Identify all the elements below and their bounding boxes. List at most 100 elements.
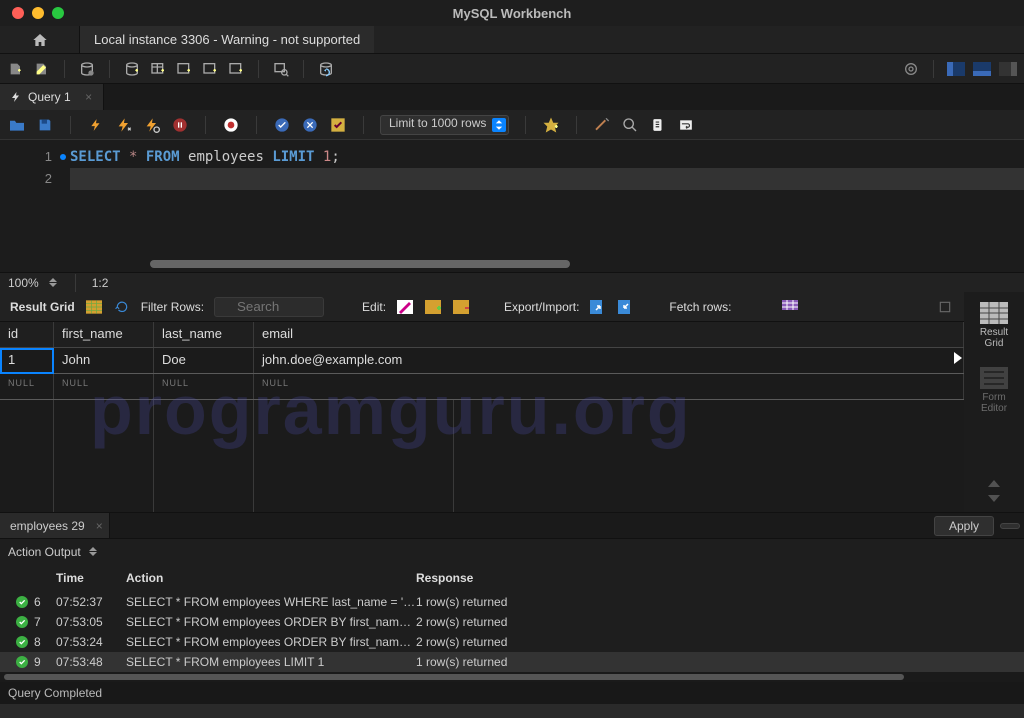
- scroll-updown-icon[interactable]: [986, 480, 1002, 502]
- inspector-icon[interactable]: [77, 59, 97, 79]
- toggle-whitespace-icon[interactable]: [649, 116, 667, 134]
- stop-icon[interactable]: [171, 116, 189, 134]
- cell[interactable]: john.doe@example.com: [254, 348, 964, 373]
- find-icon[interactable]: [621, 116, 639, 134]
- sql-editor[interactable]: 1 2 SELECT * FROM employees LIMIT 1;: [0, 140, 1024, 272]
- zoom-stepper[interactable]: [49, 278, 59, 287]
- reconnect-icon[interactable]: [316, 59, 336, 79]
- search-table-data-icon[interactable]: [271, 59, 291, 79]
- add-row-icon[interactable]: [424, 298, 442, 316]
- import-icon[interactable]: [617, 298, 635, 316]
- output-row[interactable]: 707:53:05SELECT * FROM employees ORDER B…: [0, 612, 1024, 632]
- expand-arrow-icon[interactable]: [954, 352, 962, 364]
- create-table-icon[interactable]: [148, 59, 168, 79]
- result-tab[interactable]: employees 29 ×: [0, 513, 110, 538]
- new-sql-tab-icon[interactable]: [6, 59, 26, 79]
- result-row[interactable]: 1 John Doe john.doe@example.com: [0, 348, 964, 374]
- export-import-label: Export/Import:: [504, 300, 579, 314]
- home-tab[interactable]: [0, 26, 80, 53]
- result-tab-label: employees 29: [10, 519, 85, 533]
- status-text: Query Completed: [8, 686, 102, 700]
- col-header-last-name[interactable]: last_name: [154, 322, 254, 347]
- rollback-icon[interactable]: [301, 116, 319, 134]
- export-icon[interactable]: [589, 298, 607, 316]
- connection-tab[interactable]: Local instance 3306 - Warning - not supp…: [80, 26, 374, 53]
- stop-on-error-icon[interactable]: [222, 116, 240, 134]
- cell-null[interactable]: NULL: [0, 374, 54, 399]
- create-view-icon[interactable]: [174, 59, 194, 79]
- fetch-rows-icon[interactable]: [781, 298, 799, 316]
- result-tabstrip: employees 29 × Apply: [0, 512, 1024, 538]
- result-grid-header: id first_name last_name email: [0, 322, 964, 348]
- query-tab-label: Query 1: [28, 90, 71, 104]
- open-sql-script-icon[interactable]: [32, 59, 52, 79]
- create-function-icon[interactable]: [226, 59, 246, 79]
- pin-result-icon[interactable]: [936, 298, 954, 316]
- col-header-first-name[interactable]: first_name: [54, 322, 154, 347]
- create-schema-icon[interactable]: [122, 59, 142, 79]
- editor-h-scrollbar[interactable]: [150, 260, 570, 268]
- form-editor-icon: [980, 367, 1008, 389]
- output-panel-header: Action Output: [0, 538, 1024, 564]
- line-number: 1: [0, 146, 70, 168]
- autocommit-toggle-icon[interactable]: [329, 116, 347, 134]
- cell-null[interactable]: NULL: [54, 374, 154, 399]
- output-row[interactable]: 607:52:37SELECT * FROM employees WHERE l…: [0, 592, 1024, 612]
- app-title: MySQL Workbench: [0, 6, 1024, 21]
- create-procedure-icon[interactable]: [200, 59, 220, 79]
- query-tab[interactable]: Query 1 ×: [0, 84, 104, 110]
- result-grid[interactable]: id first_name last_name email 1 John Doe…: [0, 322, 964, 512]
- limit-rows-label: Limit to 1000 rows: [380, 115, 509, 135]
- status-ok-icon: [16, 616, 28, 628]
- filter-search-input[interactable]: [214, 297, 324, 317]
- limit-rows-select[interactable]: Limit to 1000 rows: [380, 115, 509, 135]
- bottom-h-scrollbar[interactable]: [0, 672, 1024, 682]
- output-type-stepper[interactable]: [89, 547, 99, 556]
- code-area[interactable]: SELECT * FROM employees LIMIT 1;: [70, 140, 1024, 272]
- close-tab-icon[interactable]: ×: [83, 91, 95, 103]
- add-snippet-icon[interactable]: [542, 116, 560, 134]
- cell[interactable]: John: [54, 348, 154, 373]
- output-row[interactable]: 807:53:24SELECT * FROM employees ORDER B…: [0, 632, 1024, 652]
- toggle-sidebar-left-icon[interactable]: [946, 59, 966, 79]
- status-ok-icon: [16, 636, 28, 648]
- cell[interactable]: 1: [0, 348, 54, 373]
- beautify-icon[interactable]: [593, 116, 611, 134]
- col-response: Response: [416, 571, 1024, 585]
- save-file-icon[interactable]: [36, 116, 54, 134]
- close-result-tab-icon[interactable]: ×: [96, 519, 103, 533]
- refresh-icon[interactable]: [113, 298, 131, 316]
- revert-button[interactable]: [1000, 523, 1020, 529]
- cell-null[interactable]: NULL: [254, 374, 964, 399]
- open-file-icon[interactable]: [8, 116, 26, 134]
- status-ok-icon: [16, 596, 28, 608]
- cell-null[interactable]: NULL: [154, 374, 254, 399]
- toggle-output-panel-icon[interactable]: [972, 59, 992, 79]
- cursor-position: 1:2: [92, 276, 109, 290]
- toggle-sidebar-right-icon[interactable]: [998, 59, 1018, 79]
- col-header-email[interactable]: email: [254, 322, 964, 347]
- output-row[interactable]: 907:53:48SELECT * FROM employees LIMIT 1…: [0, 652, 1024, 672]
- explain-icon[interactable]: [143, 116, 161, 134]
- apply-button[interactable]: Apply: [934, 516, 994, 536]
- sidebar-result-grid[interactable]: Result Grid: [980, 302, 1008, 349]
- result-panel: Result Grid Filter Rows: Edit: Export/Im…: [0, 292, 1024, 512]
- settings-gear-icon[interactable]: [901, 59, 921, 79]
- editor-gutter: 1 2: [0, 140, 70, 272]
- commit-icon[interactable]: [273, 116, 291, 134]
- result-grid-empty: [0, 400, 964, 512]
- wrap-lines-icon[interactable]: [677, 116, 695, 134]
- execute-current-icon[interactable]: [115, 116, 133, 134]
- col-header-id[interactable]: id: [0, 322, 54, 347]
- sidebar-form-editor[interactable]: Form Editor: [980, 367, 1008, 414]
- result-row-null[interactable]: NULL NULL NULL NULL: [0, 374, 964, 400]
- cell[interactable]: Doe: [154, 348, 254, 373]
- connection-tabs: Local instance 3306 - Warning - not supp…: [0, 26, 1024, 54]
- delete-row-icon[interactable]: [452, 298, 470, 316]
- result-grid-icon[interactable]: [85, 298, 103, 316]
- col-action: Action: [126, 571, 416, 585]
- output-type-label[interactable]: Action Output: [8, 545, 81, 559]
- execute-icon[interactable]: [87, 116, 105, 134]
- edit-row-icon[interactable]: [396, 298, 414, 316]
- output-table: Time Action Response 607:52:37SELECT * F…: [0, 564, 1024, 672]
